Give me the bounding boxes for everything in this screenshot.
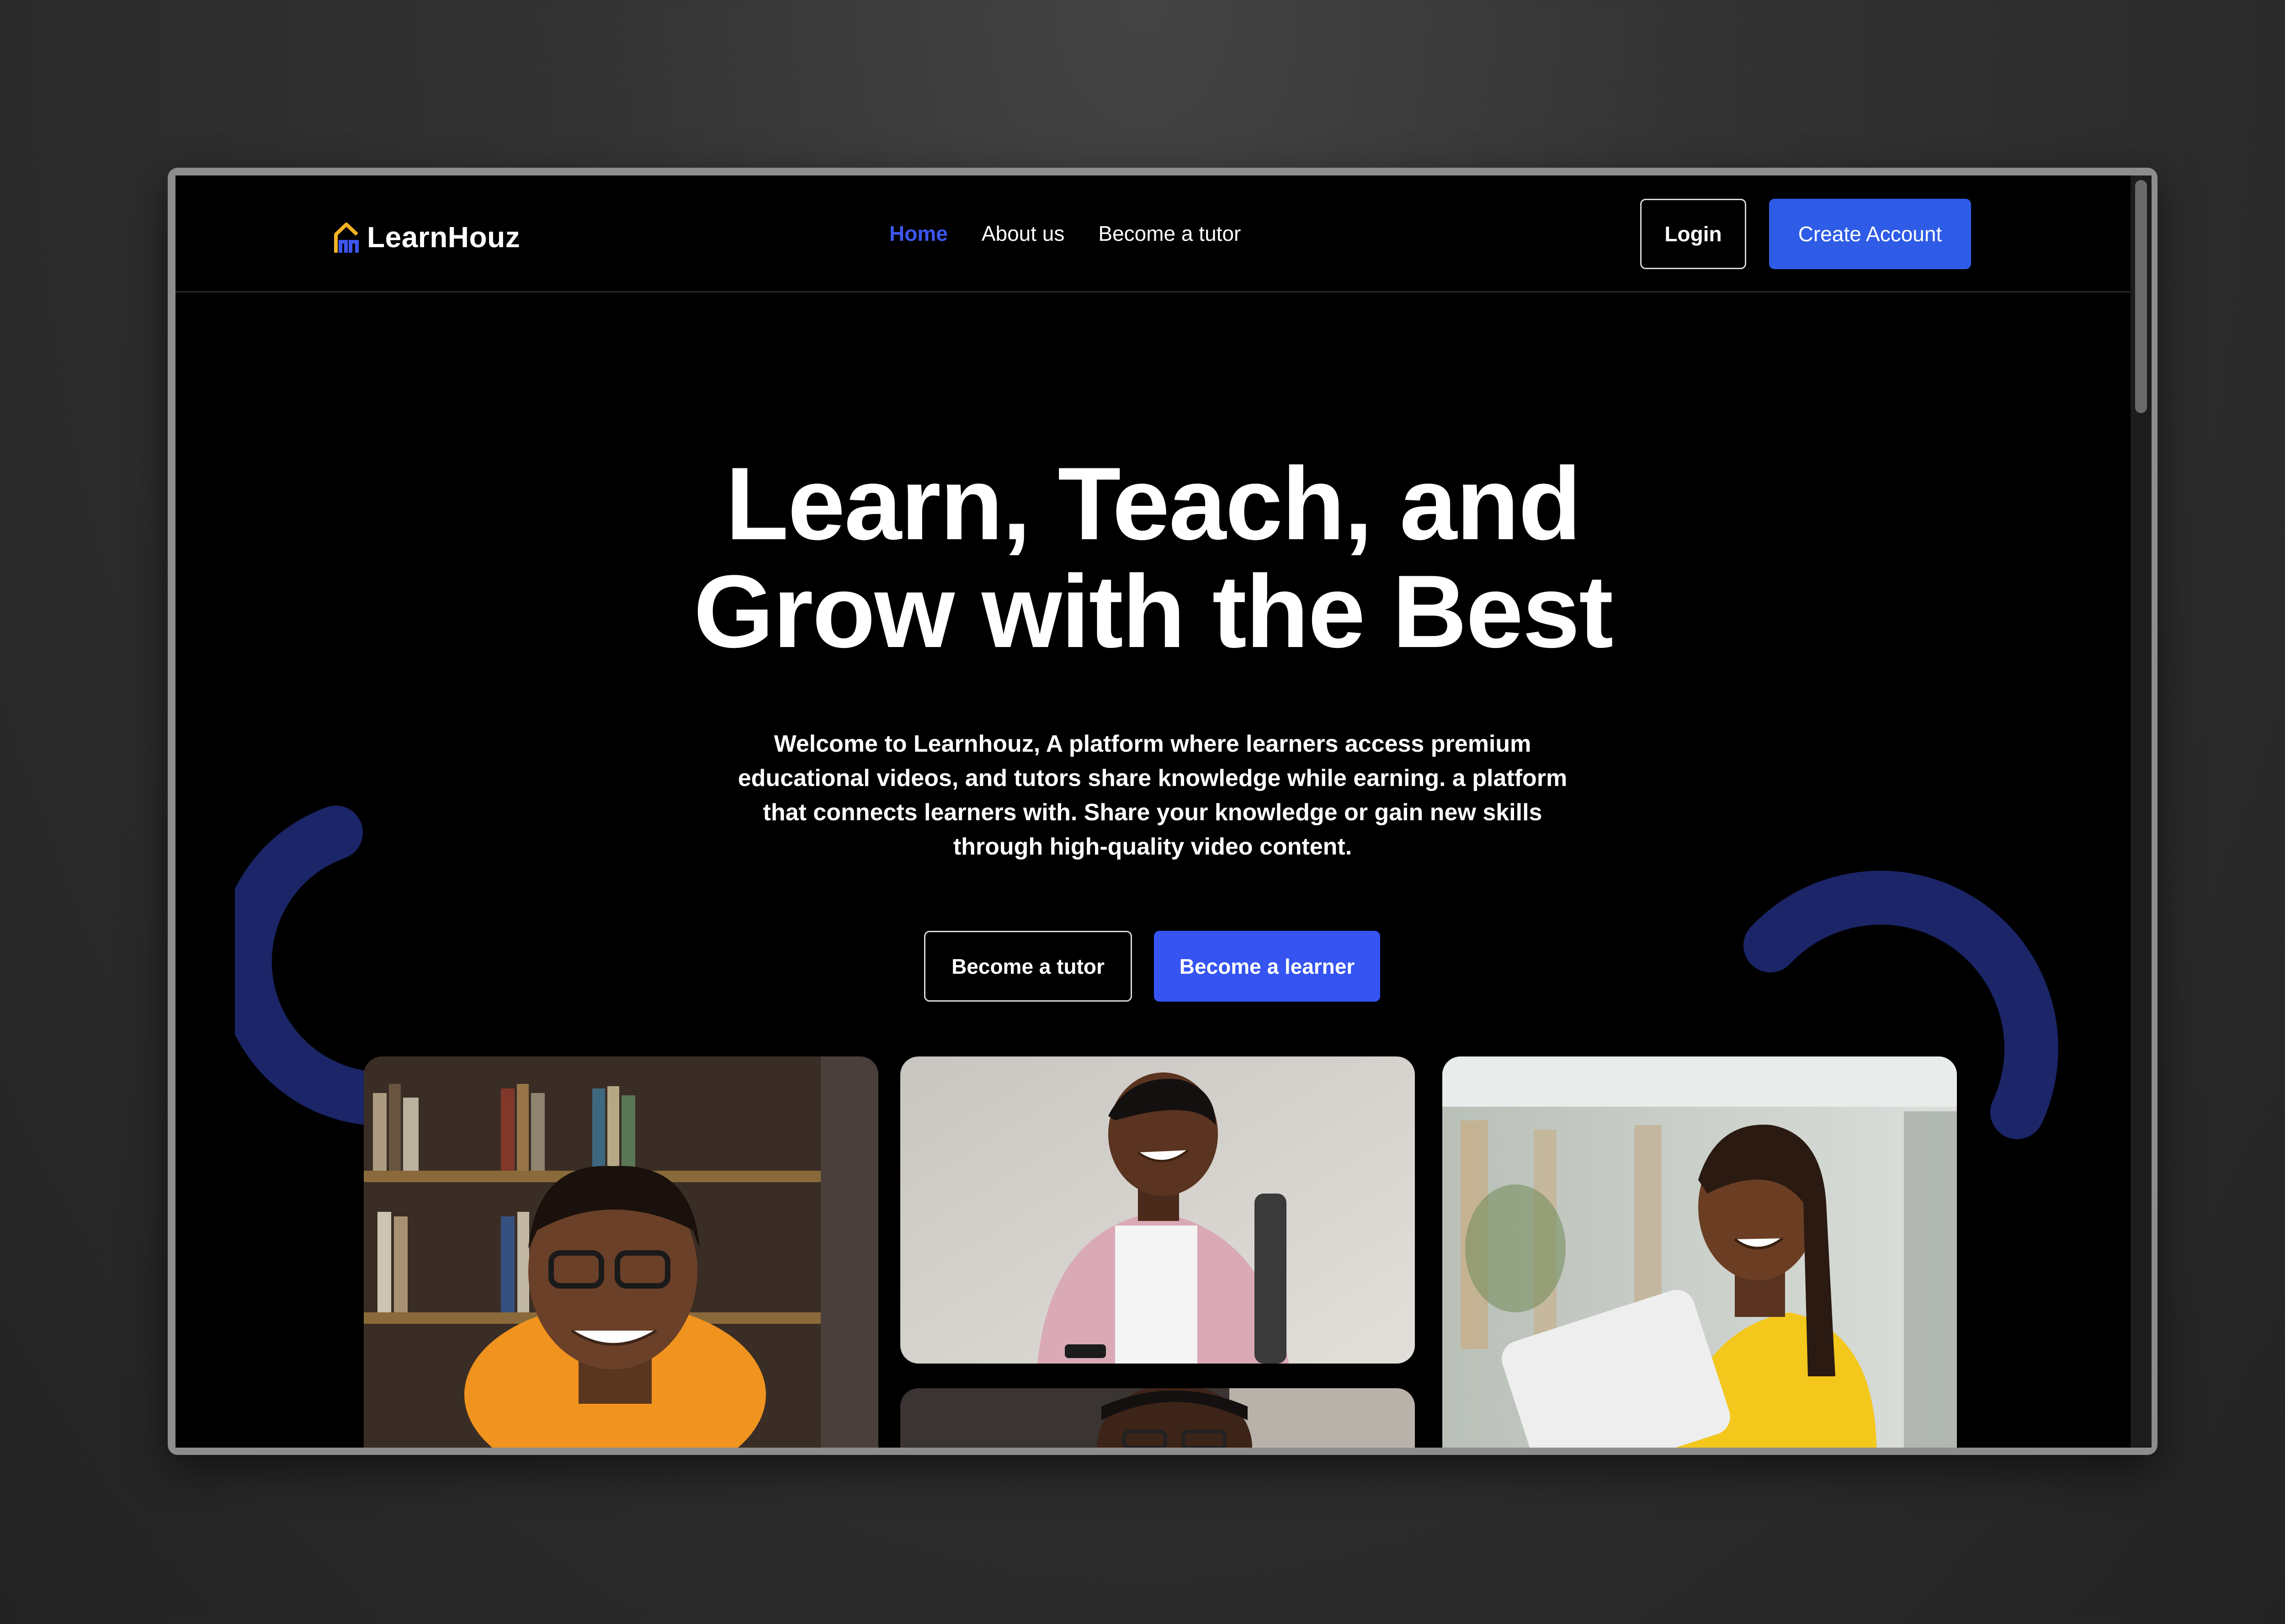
- photo-student-partial: [900, 1388, 1415, 1448]
- become-learner-button[interactable]: Become a learner: [1154, 931, 1380, 1002]
- hero-title: Learn, Teach, and Grow with the Best: [175, 450, 2131, 665]
- photo-student-laptop: [1442, 1056, 1957, 1448]
- scrollbar-thumb[interactable]: [2135, 180, 2147, 413]
- hero-title-line-1: Learn, Teach, and: [725, 446, 1582, 561]
- hero-title-line-2: Grow with the Best: [693, 553, 1614, 669]
- house-logo-icon: [334, 223, 359, 253]
- nav-link-become-tutor[interactable]: Become a tutor: [1098, 221, 1241, 246]
- login-button[interactable]: Login: [1640, 199, 1746, 269]
- photo-student-backpack: [900, 1056, 1415, 1364]
- nav-link-home[interactable]: Home: [889, 221, 948, 246]
- top-navbar: LearnHouz Home About us Become a tutor L…: [175, 175, 2131, 292]
- brand-logo[interactable]: LearnHouz: [333, 219, 520, 255]
- create-account-button[interactable]: Create Account: [1769, 199, 1971, 269]
- brand-name: LearnHouz: [367, 221, 521, 254]
- hero-description: Welcome to Learnhouz, A platform where l…: [738, 731, 1568, 860]
- nav-links: Home About us Become a tutor: [889, 221, 1241, 246]
- photo-student-library: [364, 1056, 878, 1448]
- become-tutor-button[interactable]: Become a tutor: [924, 931, 1132, 1002]
- page-viewport: LearnHouz Home About us Become a tutor L…: [175, 175, 2131, 1448]
- page-scrollbar[interactable]: [2131, 175, 2152, 1448]
- nav-link-about[interactable]: About us: [982, 221, 1065, 246]
